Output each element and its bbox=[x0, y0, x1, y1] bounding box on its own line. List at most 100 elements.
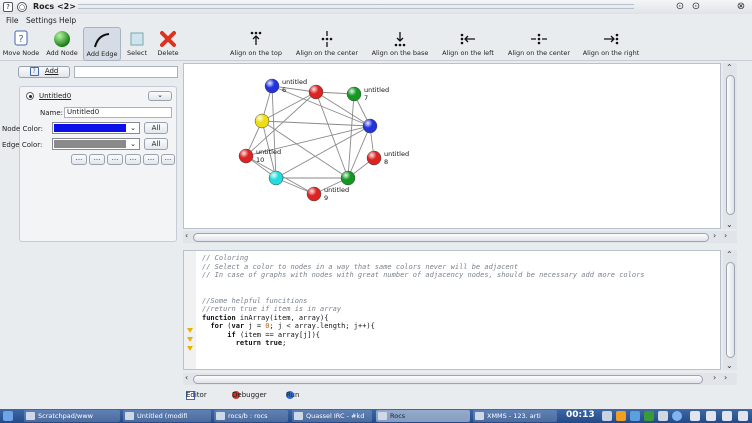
code-line[interactable]: //Some helpful funcitions bbox=[202, 297, 645, 306]
graph-node[interactable] bbox=[254, 113, 270, 129]
taskbar-item[interactable]: XMMS - 123. arti bbox=[473, 410, 557, 422]
select-button[interactable]: Select bbox=[122, 27, 152, 61]
align-right-button[interactable]: Align on the right bbox=[578, 27, 644, 61]
code-line[interactable]: // In case of graphs with nodes with gre… bbox=[202, 271, 645, 280]
chevron-right-icon[interactable]: › bbox=[713, 373, 716, 382]
code-line[interactable]: if (item == array[j]){ bbox=[202, 331, 645, 340]
fold-marker-icon[interactable] bbox=[187, 337, 193, 342]
option-button[interactable]: ... bbox=[107, 154, 123, 165]
menu-file[interactable]: File bbox=[6, 16, 19, 25]
minimize-button[interactable]: ⊙ bbox=[674, 1, 686, 13]
menu-settings[interactable]: Settings bbox=[26, 16, 57, 25]
align-vcenter-button[interactable]: Align on the center bbox=[290, 27, 364, 61]
align-bottom-button[interactable]: Align on the base bbox=[366, 27, 434, 61]
window-menu-icon[interactable]: ○ bbox=[17, 2, 27, 12]
graph-node[interactable] bbox=[340, 170, 356, 186]
script-editor[interactable]: // Coloring// Select a color to nodes in… bbox=[183, 250, 721, 370]
fold-marker-icon[interactable] bbox=[187, 346, 193, 351]
taskbar-item-active[interactable]: Rocs bbox=[376, 410, 470, 422]
tray-icon[interactable] bbox=[706, 411, 716, 421]
graph-edge[interactable] bbox=[275, 125, 371, 179]
graph-node[interactable]: untitled9 bbox=[306, 186, 349, 202]
tray-icon[interactable] bbox=[690, 411, 700, 421]
align-left-button[interactable]: Align on the left bbox=[437, 27, 499, 61]
tray-icon[interactable] bbox=[644, 411, 654, 421]
option-button[interactable]: ... bbox=[89, 154, 105, 165]
fold-marker-icon[interactable] bbox=[187, 328, 193, 333]
align-hcenter-button[interactable]: Align on the center bbox=[502, 27, 576, 61]
code-line[interactable]: // Select a color to nodes in a way that… bbox=[202, 263, 645, 272]
code-line[interactable]: //return true if item is in array bbox=[202, 305, 645, 314]
option-button[interactable]: ... bbox=[161, 154, 175, 165]
canvas-vertical-thumb[interactable] bbox=[726, 75, 735, 215]
help-icon[interactable]: ? bbox=[3, 2, 13, 12]
code-line[interactable]: return true; bbox=[202, 339, 645, 348]
taskbar-item[interactable]: rocs/b : rocs bbox=[214, 410, 288, 422]
collapse-button[interactable]: ⌄ bbox=[148, 91, 172, 101]
taskbar-item[interactable]: Scratchpad/www bbox=[24, 410, 120, 422]
add-edge-button[interactable]: Add Edge bbox=[83, 27, 121, 61]
chevron-down-icon[interactable]: ⌄ bbox=[726, 361, 733, 370]
align-top-button[interactable]: Align on the top bbox=[226, 27, 286, 61]
move-node-button[interactable]: ? Move Node bbox=[2, 27, 40, 61]
graph-node[interactable] bbox=[362, 118, 378, 134]
code-line[interactable] bbox=[202, 288, 645, 297]
graph-node[interactable] bbox=[268, 170, 284, 186]
graph-edge[interactable] bbox=[261, 120, 371, 127]
tray-icon[interactable] bbox=[602, 411, 612, 421]
maximize-button[interactable]: ⊙ bbox=[690, 1, 702, 13]
close-button[interactable]: ⊗ bbox=[735, 1, 747, 13]
code-line[interactable]: // Coloring bbox=[202, 254, 645, 263]
chevron-left-icon[interactable]: ‹ bbox=[185, 231, 188, 240]
node-color-picker[interactable]: ⌄ bbox=[52, 122, 140, 134]
editor-code[interactable]: // Coloring// Select a color to nodes in… bbox=[202, 254, 645, 348]
tray-icon[interactable] bbox=[616, 411, 626, 421]
name-field[interactable]: Untitled0 bbox=[64, 107, 172, 118]
graph-radio[interactable] bbox=[26, 92, 34, 100]
graph-node[interactable] bbox=[308, 84, 324, 100]
tray-icon[interactable] bbox=[722, 411, 732, 421]
graph-node[interactable]: untitled8 bbox=[366, 150, 409, 166]
code-line[interactable]: for (var j = 0; j < array.length; j++){ bbox=[202, 322, 645, 331]
graph-name-input[interactable] bbox=[74, 66, 178, 78]
taskbar-item[interactable]: Quassel IRC - #kd bbox=[292, 410, 372, 422]
add-graph-button[interactable]: ? Add bbox=[18, 66, 70, 78]
edge-color-swatch bbox=[54, 140, 126, 148]
chevron-down-icon[interactable]: ⌄ bbox=[726, 220, 733, 229]
tray-icon[interactable] bbox=[630, 411, 640, 421]
delete-button[interactable]: Delete bbox=[154, 27, 182, 61]
graph-node[interactable]: untitled6 bbox=[264, 78, 307, 94]
chevron-right-icon[interactable]: › bbox=[724, 231, 727, 240]
tray-icon[interactable] bbox=[672, 411, 682, 421]
node-color-all-button[interactable]: All bbox=[144, 122, 168, 134]
option-button[interactable]: ... bbox=[143, 154, 159, 165]
editor-horizontal-scrollbar[interactable]: ‹ › › bbox=[183, 373, 737, 385]
edge-color-all-button[interactable]: All bbox=[144, 138, 168, 150]
taskbar-item[interactable]: Untitled (modifi bbox=[123, 410, 211, 422]
graph-node[interactable]: untitled7 bbox=[346, 86, 389, 102]
edge-color-picker[interactable]: ⌄ bbox=[52, 138, 140, 150]
tray-icon[interactable] bbox=[658, 411, 668, 421]
option-button[interactable]: ... bbox=[71, 154, 87, 165]
chevron-right-icon[interactable]: › bbox=[713, 231, 716, 240]
graph-drawing[interactable]: untitled6 untitled7untitled10untitled8unt… bbox=[184, 64, 722, 230]
graph-canvas[interactable]: untitled 6 untitled 7 untitled 10 untitled 8 unt… bbox=[183, 63, 721, 229]
editor-horizontal-thumb[interactable] bbox=[193, 375, 703, 384]
canvas-vertical-scrollbar[interactable]: ⌃ ⌄ bbox=[723, 63, 737, 229]
chevron-up-icon[interactable]: ⌃ bbox=[726, 63, 733, 72]
canvas-horizontal-thumb[interactable] bbox=[193, 233, 709, 242]
chevron-up-icon[interactable]: ⌃ bbox=[726, 250, 733, 259]
code-line[interactable]: function inArray(item, array){ bbox=[202, 314, 645, 323]
tray-icon[interactable] bbox=[738, 411, 748, 421]
chevron-right-icon[interactable]: › bbox=[724, 373, 727, 382]
chevron-left-icon[interactable]: ‹ bbox=[185, 373, 188, 382]
editor-vertical-scrollbar[interactable]: ⌃ ⌄ bbox=[723, 250, 737, 370]
option-button[interactable]: ... bbox=[125, 154, 141, 165]
canvas-horizontal-scrollbar[interactable]: ‹ › › bbox=[183, 231, 737, 243]
graph-node-label: untitled bbox=[256, 148, 281, 156]
editor-vertical-thumb[interactable] bbox=[726, 262, 735, 358]
add-node-button[interactable]: Add Node bbox=[42, 27, 82, 61]
menu-help[interactable]: Help bbox=[59, 16, 76, 25]
start-menu-icon[interactable] bbox=[3, 411, 13, 421]
code-line[interactable] bbox=[202, 280, 645, 289]
